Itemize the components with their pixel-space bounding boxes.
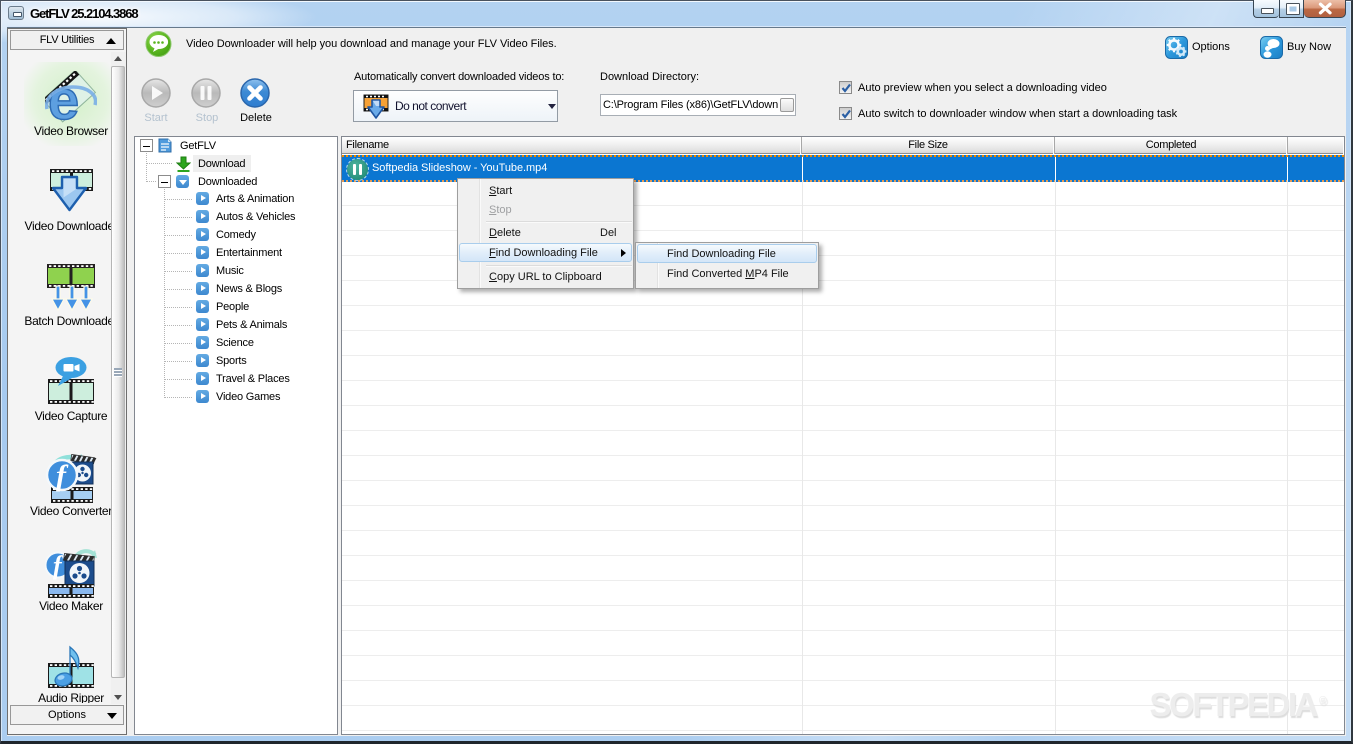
svg-text:e: e [48, 71, 79, 123]
